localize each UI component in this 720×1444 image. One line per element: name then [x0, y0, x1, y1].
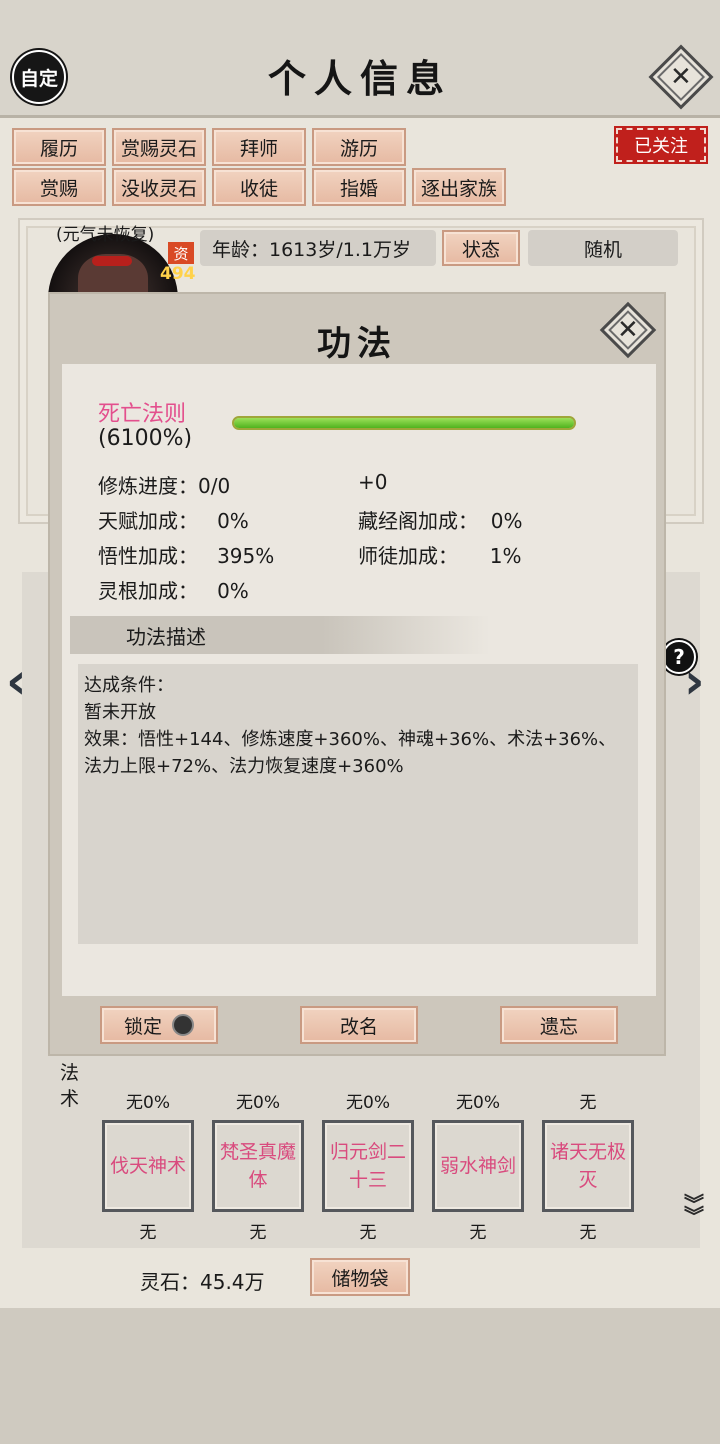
root-bonus: 灵根加成： 0%: [98, 579, 249, 603]
aptitude-badge: 资: [168, 242, 194, 264]
help-icon[interactable]: ?: [662, 640, 696, 674]
history-button[interactable]: 履历: [12, 128, 106, 166]
storage-bag-button[interactable]: 储物袋: [310, 1258, 410, 1296]
forget-button[interactable]: 遗忘: [500, 1006, 618, 1044]
aptitude-value: 494: [160, 264, 196, 284]
insight-bonus: 悟性加成： 395%: [98, 544, 275, 568]
expel-button[interactable]: 逐出家族: [412, 168, 506, 206]
skill-caption: 无: [359, 1223, 377, 1243]
random-button[interactable]: 随机: [528, 230, 678, 266]
reward-button[interactable]: 赏赐: [12, 168, 106, 206]
description-line: 效果：悟性+144、修炼速度+360%、神魂+36%、术法+36%、: [84, 729, 617, 750]
page-title: 个人信息: [267, 56, 452, 101]
skill-percent: (6100%): [98, 426, 193, 451]
skill-name: 死亡法则: [98, 402, 187, 427]
lock-button[interactable]: 锁定: [100, 1006, 218, 1044]
skill-caption: 无0%: [456, 1093, 500, 1113]
talent-bonus: 天赋加成： 0%: [98, 509, 249, 533]
skill-caption: 无: [469, 1223, 487, 1243]
bottom-area: [0, 1308, 720, 1444]
cultivation-bonus: +0: [358, 470, 388, 494]
description-box: 达成条件： 暂未开放 效果：悟性+144、修炼速度+360%、神魂+36%、术法…: [78, 664, 638, 944]
lock-toggle-icon[interactable]: [172, 1014, 194, 1036]
left-arrow-icon[interactable]: ‹: [6, 652, 27, 710]
apprentice-button[interactable]: 拜师: [212, 128, 306, 166]
age-field: 年龄：1613岁/1.1万岁: [200, 230, 436, 266]
spirit-stone-count: 灵石：45.4万: [140, 1270, 265, 1294]
skill-caption: 无: [139, 1223, 157, 1243]
state-button[interactable]: 状态: [442, 230, 520, 266]
followed-badge[interactable]: 已关注: [614, 126, 708, 164]
skill-caption: 无: [579, 1223, 597, 1243]
description-header: 功法描述: [70, 616, 490, 654]
rename-button[interactable]: 改名: [300, 1006, 418, 1044]
skill-slot[interactable]: 诸天无极灭: [542, 1120, 634, 1212]
dialog-title: 功法: [317, 324, 397, 364]
lock-button-label: 锁定: [123, 1015, 162, 1038]
skill-caption: 无0%: [236, 1093, 280, 1113]
reward-stones-button[interactable]: 赏赐灵石: [112, 128, 206, 166]
description-line: 法力上限+72%、法力恢复速度+360%: [84, 756, 404, 777]
skill-caption: 无: [579, 1093, 597, 1113]
dialog-content: 死亡法则 (6100%) 修炼进度：0/0 +0 天赋加成： 0% 藏经阁加成：…: [62, 364, 656, 996]
close-icon: ✕: [617, 314, 639, 345]
skill-slot[interactable]: 梵圣真魔体: [212, 1120, 304, 1212]
take-disciple-button[interactable]: 收徒: [212, 168, 306, 206]
skill-slot[interactable]: 弱水神剑: [432, 1120, 524, 1212]
skill-progress-fill: [234, 418, 574, 428]
skill-caption: 无: [249, 1223, 267, 1243]
description-line: 暂未开放: [84, 702, 156, 723]
status-tag: (元气未恢复): [56, 225, 155, 245]
skill-caption: 无0%: [126, 1093, 170, 1113]
skill-dialog: 功法 ✕ 死亡法则 (6100%) 修炼进度：0/0 +0 天赋加成： 0% 藏…: [48, 292, 666, 1056]
spells-label: 法术: [60, 1062, 80, 1110]
confiscate-stones-button[interactable]: 没收灵石: [112, 168, 206, 206]
skill-slot[interactable]: 伐天神术: [102, 1120, 194, 1212]
skill-caption: 无0%: [346, 1093, 390, 1113]
cultivation-progress: 修炼进度：0/0: [98, 474, 231, 498]
travel-button[interactable]: 游历: [312, 128, 406, 166]
skill-progress-bar: [232, 416, 576, 430]
skill-slot[interactable]: 归元剑二十三: [322, 1120, 414, 1212]
library-bonus: 藏经阁加成： 0%: [358, 509, 523, 533]
close-icon: ✕: [670, 61, 692, 92]
description-line: 达成条件：: [84, 675, 174, 696]
arrange-marriage-button[interactable]: 指婚: [312, 168, 406, 206]
avatar-headband: [92, 256, 132, 266]
master-bonus: 师徒加成： 1%: [358, 544, 522, 568]
double-chevron-down-icon[interactable]: ︾ ︾: [676, 1194, 712, 1226]
